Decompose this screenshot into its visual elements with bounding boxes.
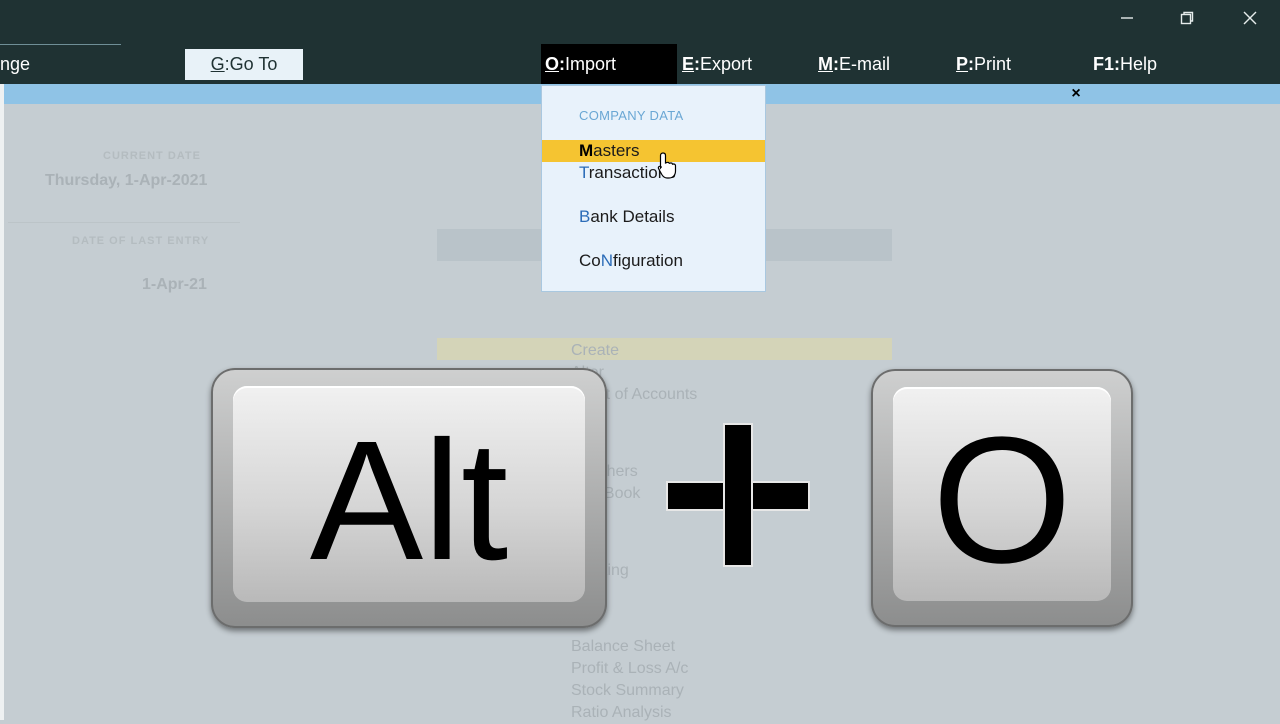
menu-email-button[interactable]: M:E-mail — [818, 48, 890, 80]
list-item: Balance Sheet — [571, 638, 676, 655]
dropdown-item-bank-details[interactable]: Bank Details — [542, 206, 765, 228]
reports-list: Balance Sheet Profit & Loss A/c Stock Su… — [571, 636, 688, 724]
tab-underline — [0, 44, 121, 45]
hotkey-letter: B — [579, 207, 591, 226]
divider — [8, 222, 240, 223]
alt-key: Alt — [211, 368, 607, 628]
dropdown-item-masters[interactable]: Masters — [542, 140, 765, 162]
hand-cursor-icon — [657, 152, 677, 179]
alt-key-label: Alt — [309, 406, 509, 596]
list-item: Profit & Loss A/c — [571, 660, 689, 677]
close-panel-icon[interactable]: × — [1068, 86, 1084, 102]
hotkey-letter: M — [579, 141, 594, 160]
hotkey-letter: T — [579, 163, 589, 182]
list-item: Ratio Analysis — [571, 704, 672, 721]
menu-print-button[interactable]: P:Print — [956, 48, 1011, 80]
current-date-label: CURRENT DATE — [103, 150, 201, 162]
print-hotkey: P — [956, 54, 969, 74]
export-label: Export — [700, 54, 753, 74]
menu-export-button[interactable]: E:Export — [682, 48, 752, 80]
dropdown-item-transactions[interactable]: Transactions — [542, 162, 765, 184]
plus-sign — [668, 425, 808, 565]
menu-change[interactable]: nge — [0, 48, 30, 80]
hotkey-letter: N — [600, 251, 614, 270]
email-hotkey: M — [818, 54, 833, 74]
menu-goto-button[interactable]: G:Go To — [185, 49, 303, 80]
minimize-icon[interactable] — [1107, 6, 1147, 30]
goto-hotkey: G — [210, 54, 225, 74]
help-label: Help — [1120, 54, 1158, 74]
email-label: E-mail — [839, 54, 891, 74]
o-key-label: O — [931, 399, 1072, 601]
dropdown-item-configuration[interactable]: CoNfiguration — [542, 250, 765, 272]
export-hotkey: E — [682, 54, 695, 74]
list-item: Stock Summary — [571, 682, 684, 699]
import-dropdown: COMPANY DATA Masters Transactions Bank D… — [541, 85, 766, 292]
left-edge — [0, 84, 4, 720]
current-date-value: Thursday, 1-Apr-2021 — [45, 172, 208, 189]
close-window-icon[interactable] — [1230, 6, 1270, 30]
goto-label: Go To — [229, 54, 278, 74]
menu-import-button[interactable]: O:Import — [541, 44, 677, 84]
print-label: Print — [974, 54, 1012, 74]
restore-icon[interactable] — [1167, 6, 1207, 30]
o-key: O — [871, 369, 1133, 627]
menu-help-button[interactable]: F1:Help — [1093, 48, 1157, 80]
import-hotkey: O — [545, 54, 560, 74]
import-label: Import — [565, 54, 617, 74]
dropdown-header: COMPANY DATA — [579, 108, 684, 123]
last-entry-label: DATE OF LAST ENTRY — [72, 235, 210, 247]
list-item: Create — [571, 342, 620, 359]
last-entry-value: 1-Apr-21 — [142, 276, 207, 293]
help-hotkey: F1 — [1093, 54, 1115, 74]
